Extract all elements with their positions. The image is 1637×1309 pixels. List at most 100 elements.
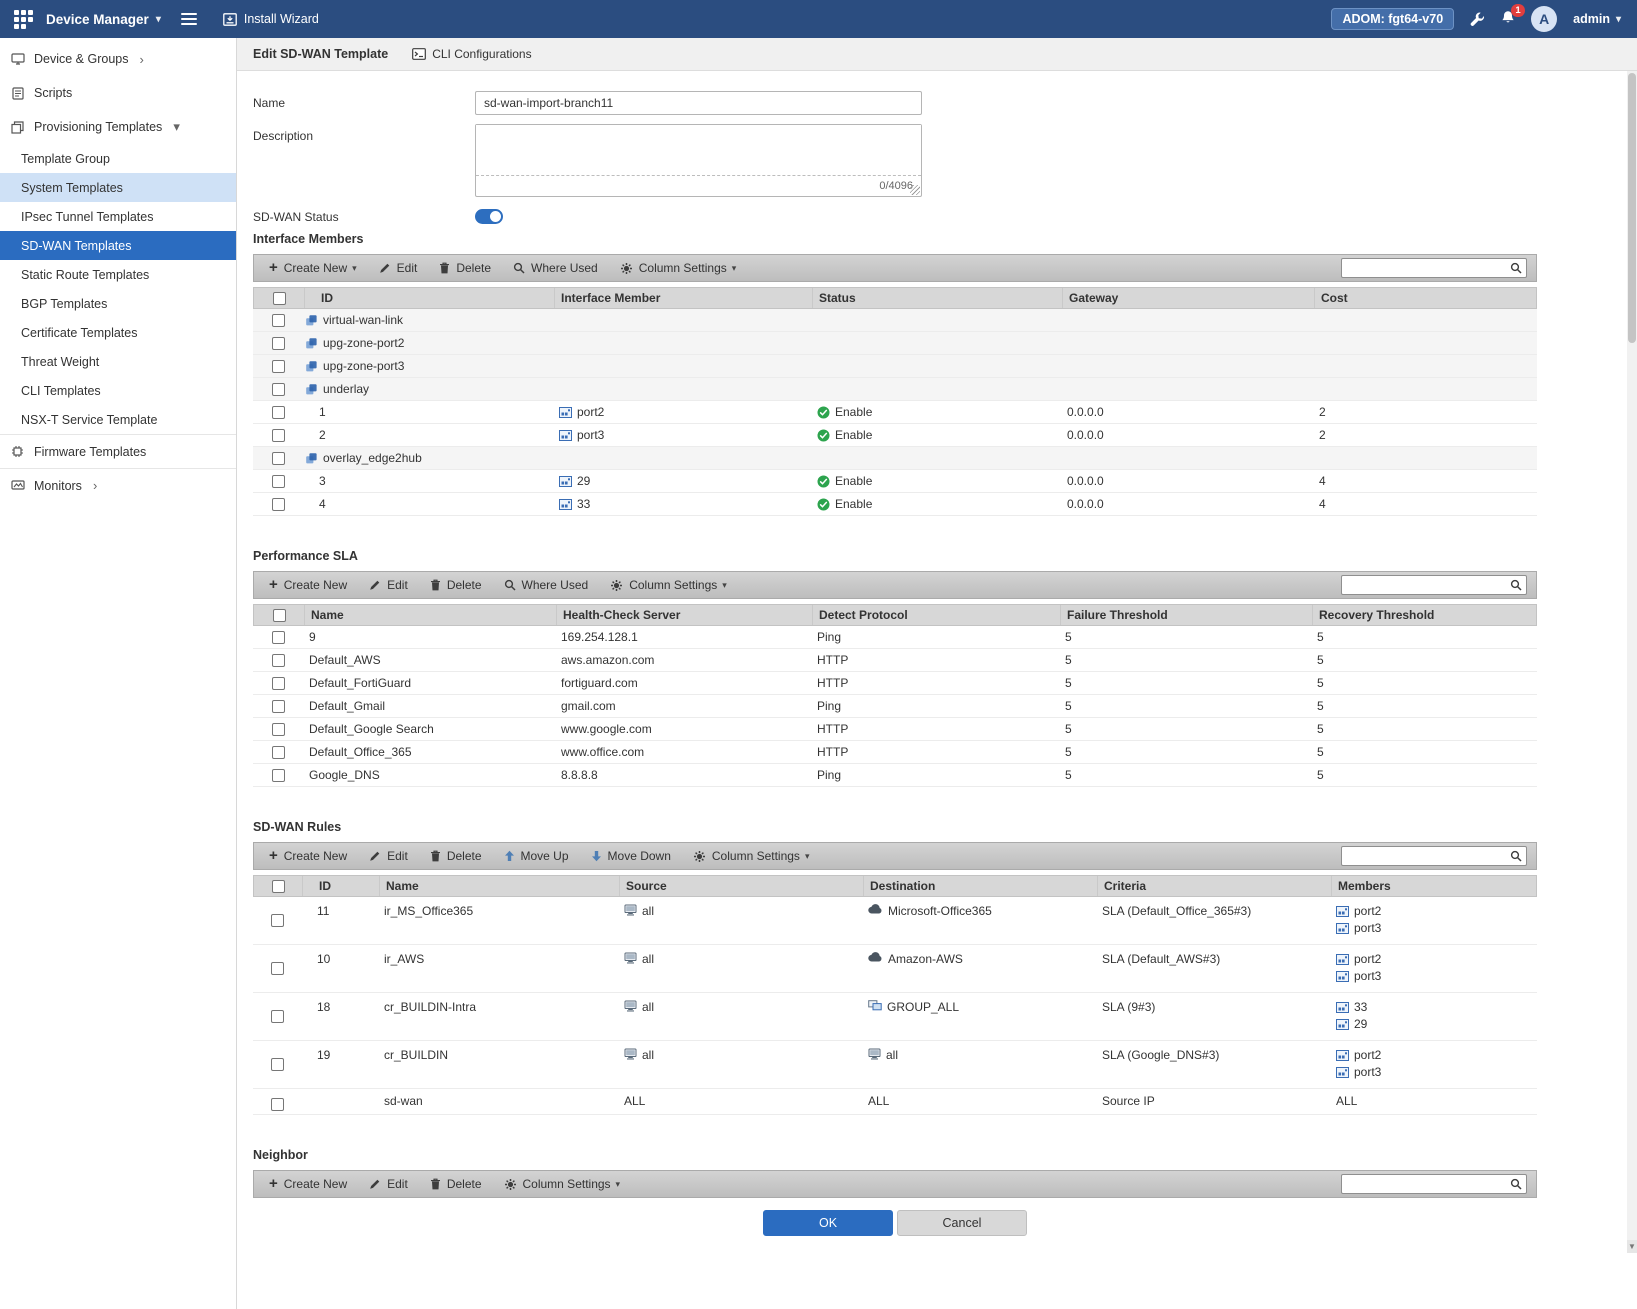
move-down-button[interactable]: Move Down <box>580 843 682 869</box>
install-wizard-button[interactable]: Install Wizard <box>223 12 319 26</box>
move-up-button[interactable]: Move Up <box>493 843 580 869</box>
sdwan-rule-row[interactable]: 11ir_MS_Office365allMicrosoft-Office365S… <box>253 897 1537 945</box>
performance-sla-row[interactable]: Default_FortiGuardfortiguard.comHTTP55 <box>253 672 1537 695</box>
row-checkbox[interactable] <box>272 677 285 690</box>
column-header-cost[interactable]: Cost <box>1314 288 1536 308</box>
sidebar-item-provisioning-templates[interactable]: Provisioning Templates ▾ <box>0 110 236 144</box>
scrollbar-down-arrow[interactable]: ▼ <box>1627 1240 1637 1253</box>
sidebar-item-certificate-templates[interactable]: Certificate Templates <box>0 318 236 347</box>
column-header-criteria[interactable]: Criteria <box>1097 876 1331 896</box>
column-header-name[interactable]: Name <box>304 605 556 625</box>
sidebar-item-static-route-templates[interactable]: Static Route Templates <box>0 260 236 289</box>
column-header-status[interactable]: Status <box>812 288 1062 308</box>
edit-button[interactable]: Edit <box>358 572 419 598</box>
interface-members-search-input[interactable] <box>1341 258 1527 278</box>
sdwan-status-toggle[interactable] <box>475 209 503 224</box>
sidebar-item-system-templates[interactable]: System Templates <box>0 173 236 202</box>
tools-wrench-icon[interactable] <box>1470 12 1485 27</box>
column-header-source[interactable]: Source <box>619 876 863 896</box>
row-checkbox[interactable] <box>272 700 285 713</box>
where-used-button[interactable]: Where Used <box>502 255 609 281</box>
sdwan-rule-row[interactable]: 18cr_BUILDIN-IntraallGROUP_ALLSLA (9#3)3… <box>253 993 1537 1041</box>
column-header-destination[interactable]: Destination <box>863 876 1097 896</box>
performance-sla-row[interactable]: 9169.254.128.1Ping55 <box>253 626 1537 649</box>
sidebar-item-bgp-templates[interactable]: BGP Templates <box>0 289 236 318</box>
sidebar-item-firmware-templates[interactable]: Firmware Templates <box>0 434 236 468</box>
column-header-detect-protocol[interactable]: Detect Protocol <box>812 605 1060 625</box>
column-header-failure-threshold[interactable]: Failure Threshold <box>1060 605 1312 625</box>
edit-button[interactable]: Edit <box>358 1171 419 1197</box>
performance-sla-search-input[interactable] <box>1341 575 1527 595</box>
row-checkbox[interactable] <box>271 1058 284 1071</box>
performance-sla-row[interactable]: Google_DNS8.8.8.8Ping55 <box>253 764 1537 787</box>
notifications-bell-icon[interactable]: 1 <box>1501 10 1515 28</box>
row-checkbox[interactable] <box>272 746 285 759</box>
row-checkbox[interactable] <box>272 654 285 667</box>
row-checkbox[interactable] <box>272 631 285 644</box>
search-icon[interactable] <box>1510 850 1522 865</box>
create-new-button[interactable]: +Create New <box>258 572 358 598</box>
search-icon[interactable] <box>1510 579 1522 594</box>
neighbor-search-input[interactable] <box>1341 1174 1527 1194</box>
performance-sla-row[interactable]: Default_Office_365www.office.comHTTP55 <box>253 741 1537 764</box>
where-used-button[interactable]: Where Used <box>493 572 600 598</box>
column-header-interface-member[interactable]: Interface Member <box>554 288 812 308</box>
interface-zone-row[interactable]: underlay <box>253 378 1537 401</box>
sidebar-item-template-group[interactable]: Template Group <box>0 144 236 173</box>
row-checkbox[interactable] <box>271 914 284 927</box>
interface-member-row[interactable]: 2port3Enable0.0.0.02 <box>253 424 1537 447</box>
row-checkbox[interactable] <box>272 475 285 488</box>
row-checkbox[interactable] <box>271 1098 284 1111</box>
sdwan-rule-row[interactable]: sd-wanALLALLSource IPALL <box>253 1089 1537 1115</box>
description-textarea[interactable] <box>476 125 921 175</box>
column-settings-button[interactable]: Column Settings▾ <box>599 572 738 598</box>
sidebar-item-scripts[interactable]: Scripts <box>0 76 236 110</box>
create-new-button[interactable]: +Create New <box>258 1171 358 1197</box>
sdwan-rule-row[interactable]: 10ir_AWSallAmazon-AWSSLA (Default_AWS#3)… <box>253 945 1537 993</box>
column-header-id[interactable]: ID <box>302 876 379 896</box>
row-checkbox[interactable] <box>272 723 285 736</box>
select-all-checkbox[interactable] <box>273 292 286 305</box>
delete-button[interactable]: Delete <box>419 572 493 598</box>
sdwan-rule-row[interactable]: 19cr_BUILDINallallSLA (Google_DNS#3)port… <box>253 1041 1537 1089</box>
select-all-checkbox[interactable] <box>272 880 285 893</box>
edit-button[interactable]: Edit <box>358 843 419 869</box>
vertical-scrollbar[interactable]: ▼ <box>1627 71 1637 1253</box>
row-checkbox[interactable] <box>272 383 285 396</box>
delete-button[interactable]: Delete <box>419 1171 493 1197</box>
create-new-button[interactable]: +Create New <box>258 843 358 869</box>
sidebar-item-threat-weight[interactable]: Threat Weight <box>0 347 236 376</box>
app-title-dropdown[interactable]: Device Manager ▾ <box>46 12 161 27</box>
sidebar-item-monitors[interactable]: Monitors › <box>0 468 236 502</box>
performance-sla-row[interactable]: Default_Google Searchwww.google.comHTTP5… <box>253 718 1537 741</box>
delete-button[interactable]: Delete <box>419 843 493 869</box>
row-checkbox[interactable] <box>272 337 285 350</box>
row-checkbox[interactable] <box>272 452 285 465</box>
sidebar-item-cli-templates[interactable]: CLI Templates <box>0 376 236 405</box>
column-header-recovery-threshold[interactable]: Recovery Threshold <box>1312 605 1536 625</box>
column-header-health-check-server[interactable]: Health-Check Server <box>556 605 812 625</box>
resize-handle[interactable] <box>910 185 920 195</box>
user-avatar[interactable]: A <box>1531 6 1557 32</box>
create-new-button[interactable]: +Create New▾ <box>258 255 368 281</box>
row-checkbox[interactable] <box>272 498 285 511</box>
edit-button[interactable]: Edit <box>368 255 429 281</box>
adom-badge[interactable]: ADOM: fgt64-v70 <box>1331 8 1454 30</box>
interface-member-row[interactable]: 433Enable0.0.0.04 <box>253 493 1537 516</box>
row-checkbox[interactable] <box>272 429 285 442</box>
cancel-button[interactable]: Cancel <box>897 1210 1027 1236</box>
search-icon[interactable] <box>1510 262 1522 277</box>
interface-member-row[interactable]: 329Enable0.0.0.04 <box>253 470 1537 493</box>
search-icon[interactable] <box>1510 1178 1522 1193</box>
performance-sla-row[interactable]: Default_AWSaws.amazon.comHTTP55 <box>253 649 1537 672</box>
hamburger-menu-icon[interactable] <box>177 6 201 32</box>
sdwan-rules-search-input[interactable] <box>1341 846 1527 866</box>
column-header-id[interactable]: ID <box>304 288 554 308</box>
sidebar-item-nsxt-service-template[interactable]: NSX-T Service Template <box>0 405 236 434</box>
row-checkbox[interactable] <box>271 1010 284 1023</box>
row-checkbox[interactable] <box>271 962 284 975</box>
interface-zone-row[interactable]: overlay_edge2hub <box>253 447 1537 470</box>
app-logo[interactable] <box>0 10 46 29</box>
interface-zone-row[interactable]: upg-zone-port2 <box>253 332 1537 355</box>
delete-button[interactable]: Delete <box>428 255 502 281</box>
